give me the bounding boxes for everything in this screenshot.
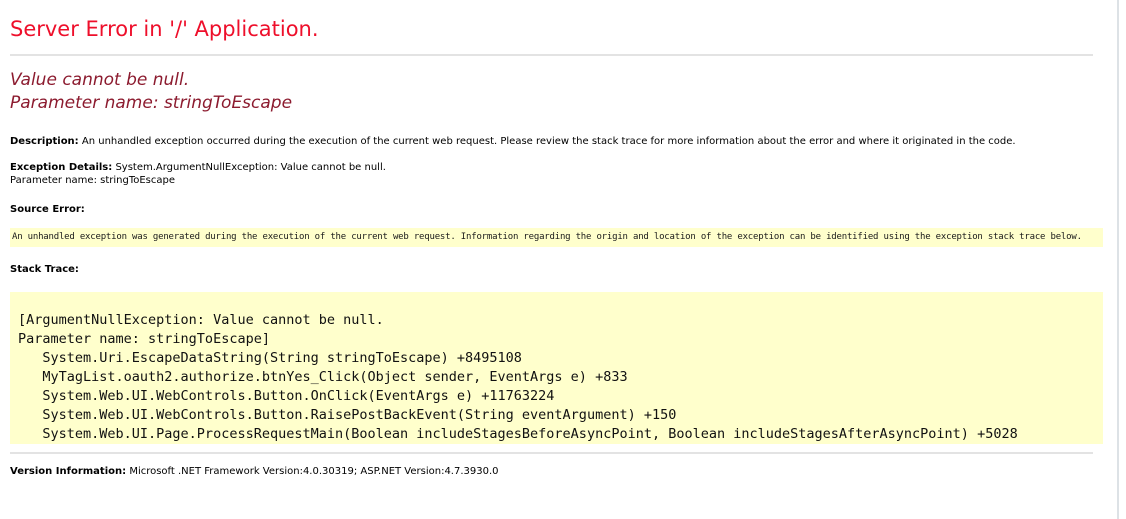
top-divider: [10, 54, 1093, 56]
asp-net-error-page: Server Error in '/' Application. Value c…: [0, 0, 1103, 478]
version-information: Version Information: Microsoft .NET Fram…: [10, 465, 1103, 478]
exception-message-line1: Value cannot be null.: [10, 69, 1103, 92]
exception-details-line2: Parameter name: stringToEscape: [10, 174, 1103, 187]
stack-trace-text: [ArgumentNullException: Value cannot be …: [10, 292, 1103, 444]
browser-window-edge: [1117, 0, 1119, 519]
exception-details-label: Exception Details:: [10, 162, 112, 173]
description-paragraph: Description: An unhandled exception occu…: [10, 135, 1103, 148]
stack-trace-box: [ArgumentNullException: Value cannot be …: [10, 292, 1103, 444]
stack-trace-label: Stack Trace:: [10, 263, 1103, 276]
exception-message-line2: Parameter name: stringToEscape: [10, 92, 1103, 115]
version-information-label: Version Information:: [10, 466, 126, 477]
description-label: Description:: [10, 136, 79, 147]
exception-details-paragraph: Exception Details: System.ArgumentNullEx…: [10, 161, 1103, 187]
page-title: Server Error in '/' Application.: [10, 16, 1103, 42]
bottom-divider: [10, 452, 1093, 454]
exception-details-line1: Exception Details: System.ArgumentNullEx…: [10, 161, 1103, 174]
exception-message: Value cannot be null. Parameter name: st…: [10, 69, 1103, 115]
description-text: An unhandled exception occurred during t…: [82, 136, 1016, 147]
exception-details-text: System.ArgumentNullException: Value cann…: [115, 162, 385, 173]
source-error-label: Source Error:: [10, 203, 1103, 216]
version-information-text: Microsoft .NET Framework Version:4.0.303…: [129, 466, 498, 477]
source-error-box: An unhandled exception was generated dur…: [10, 228, 1103, 247]
